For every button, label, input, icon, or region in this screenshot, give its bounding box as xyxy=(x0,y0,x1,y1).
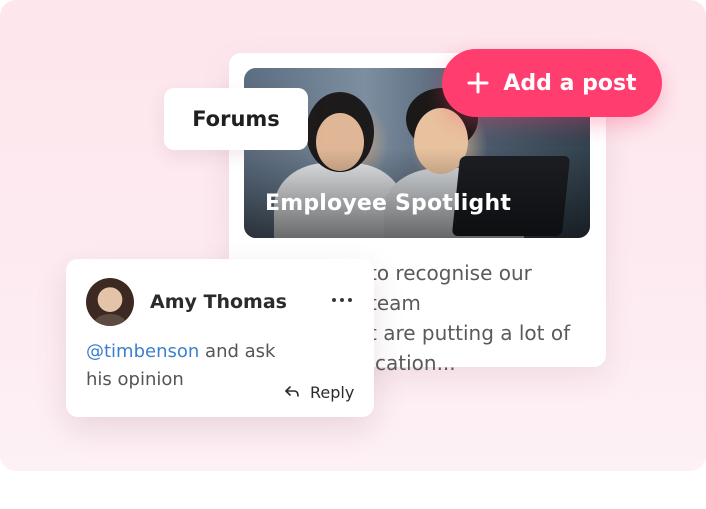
comment-card: Amy Thomas @timbenson and ask his opinio… xyxy=(66,259,374,417)
comment-body: @timbenson and ask his opinion xyxy=(86,341,276,390)
reply-label: Reply xyxy=(310,382,355,402)
reply-button[interactable]: Reply xyxy=(284,381,354,403)
reply-icon xyxy=(285,386,299,397)
ellipsis-icon[interactable] xyxy=(330,292,354,308)
comment-author[interactable]: Amy Thomas xyxy=(150,291,287,313)
add-post-button[interactable]: Add a post xyxy=(442,49,662,117)
forums-tag[interactable]: Forums xyxy=(164,88,308,150)
post-title: Employee Spotlight xyxy=(265,191,512,216)
avatar[interactable] xyxy=(86,278,134,326)
mention-link[interactable]: @timbenson xyxy=(86,341,199,362)
add-post-label: Add a post xyxy=(503,70,637,96)
plus-icon xyxy=(467,72,489,94)
